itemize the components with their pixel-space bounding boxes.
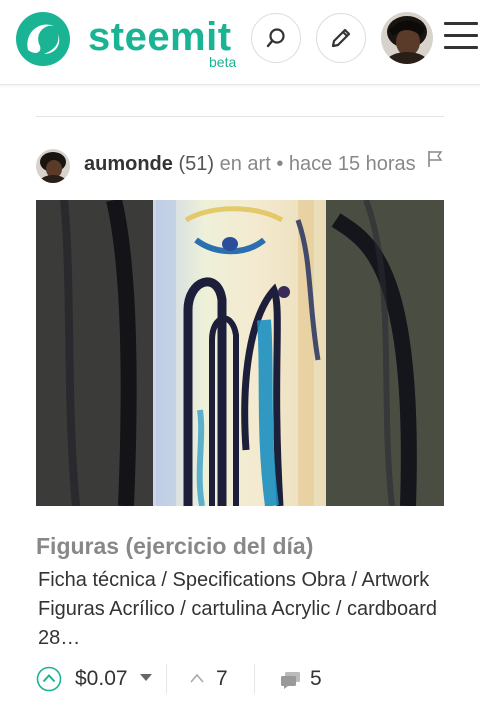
post-time[interactable]: hace 15 horas (289, 153, 416, 175)
search-icon (266, 28, 285, 48)
comments-icon[interactable] (280, 670, 302, 690)
author-avatar[interactable] (36, 149, 70, 183)
chevron-down-icon[interactable] (140, 674, 152, 682)
post-summary[interactable]: Ficha técnica / Specifications Obra / Ar… (38, 566, 448, 653)
pencil-icon (331, 28, 351, 48)
payout-value[interactable]: $0.07 (75, 665, 128, 693)
upvote-button[interactable] (36, 666, 62, 692)
flag-icon[interactable] (427, 150, 443, 168)
divider (36, 116, 444, 117)
vote-count[interactable]: 7 (216, 665, 228, 693)
author-name[interactable]: aumonde (84, 153, 173, 175)
comment-count[interactable]: 5 (310, 665, 322, 693)
steemit-logo-icon[interactable] (14, 10, 72, 68)
votes-icon[interactable] (189, 672, 205, 684)
hamburger-menu-icon[interactable] (444, 22, 478, 52)
write-post-button[interactable] (316, 13, 366, 63)
search-button[interactable] (251, 13, 301, 63)
top-header: steemit beta (0, 0, 480, 85)
post-image[interactable] (36, 200, 444, 506)
post-meta: aumonde (51) en art • hace 15 horas (84, 151, 416, 177)
author-reputation: (51) (178, 153, 215, 175)
post-title[interactable]: Figuras (ejercicio del día) (36, 532, 313, 560)
divider (166, 664, 167, 694)
divider (254, 664, 255, 694)
logo-beta-badge: beta (209, 54, 237, 70)
post-footer: $0.07 7 5 (36, 662, 456, 694)
post-category[interactable]: en art (220, 153, 271, 175)
user-avatar[interactable] (381, 12, 433, 64)
